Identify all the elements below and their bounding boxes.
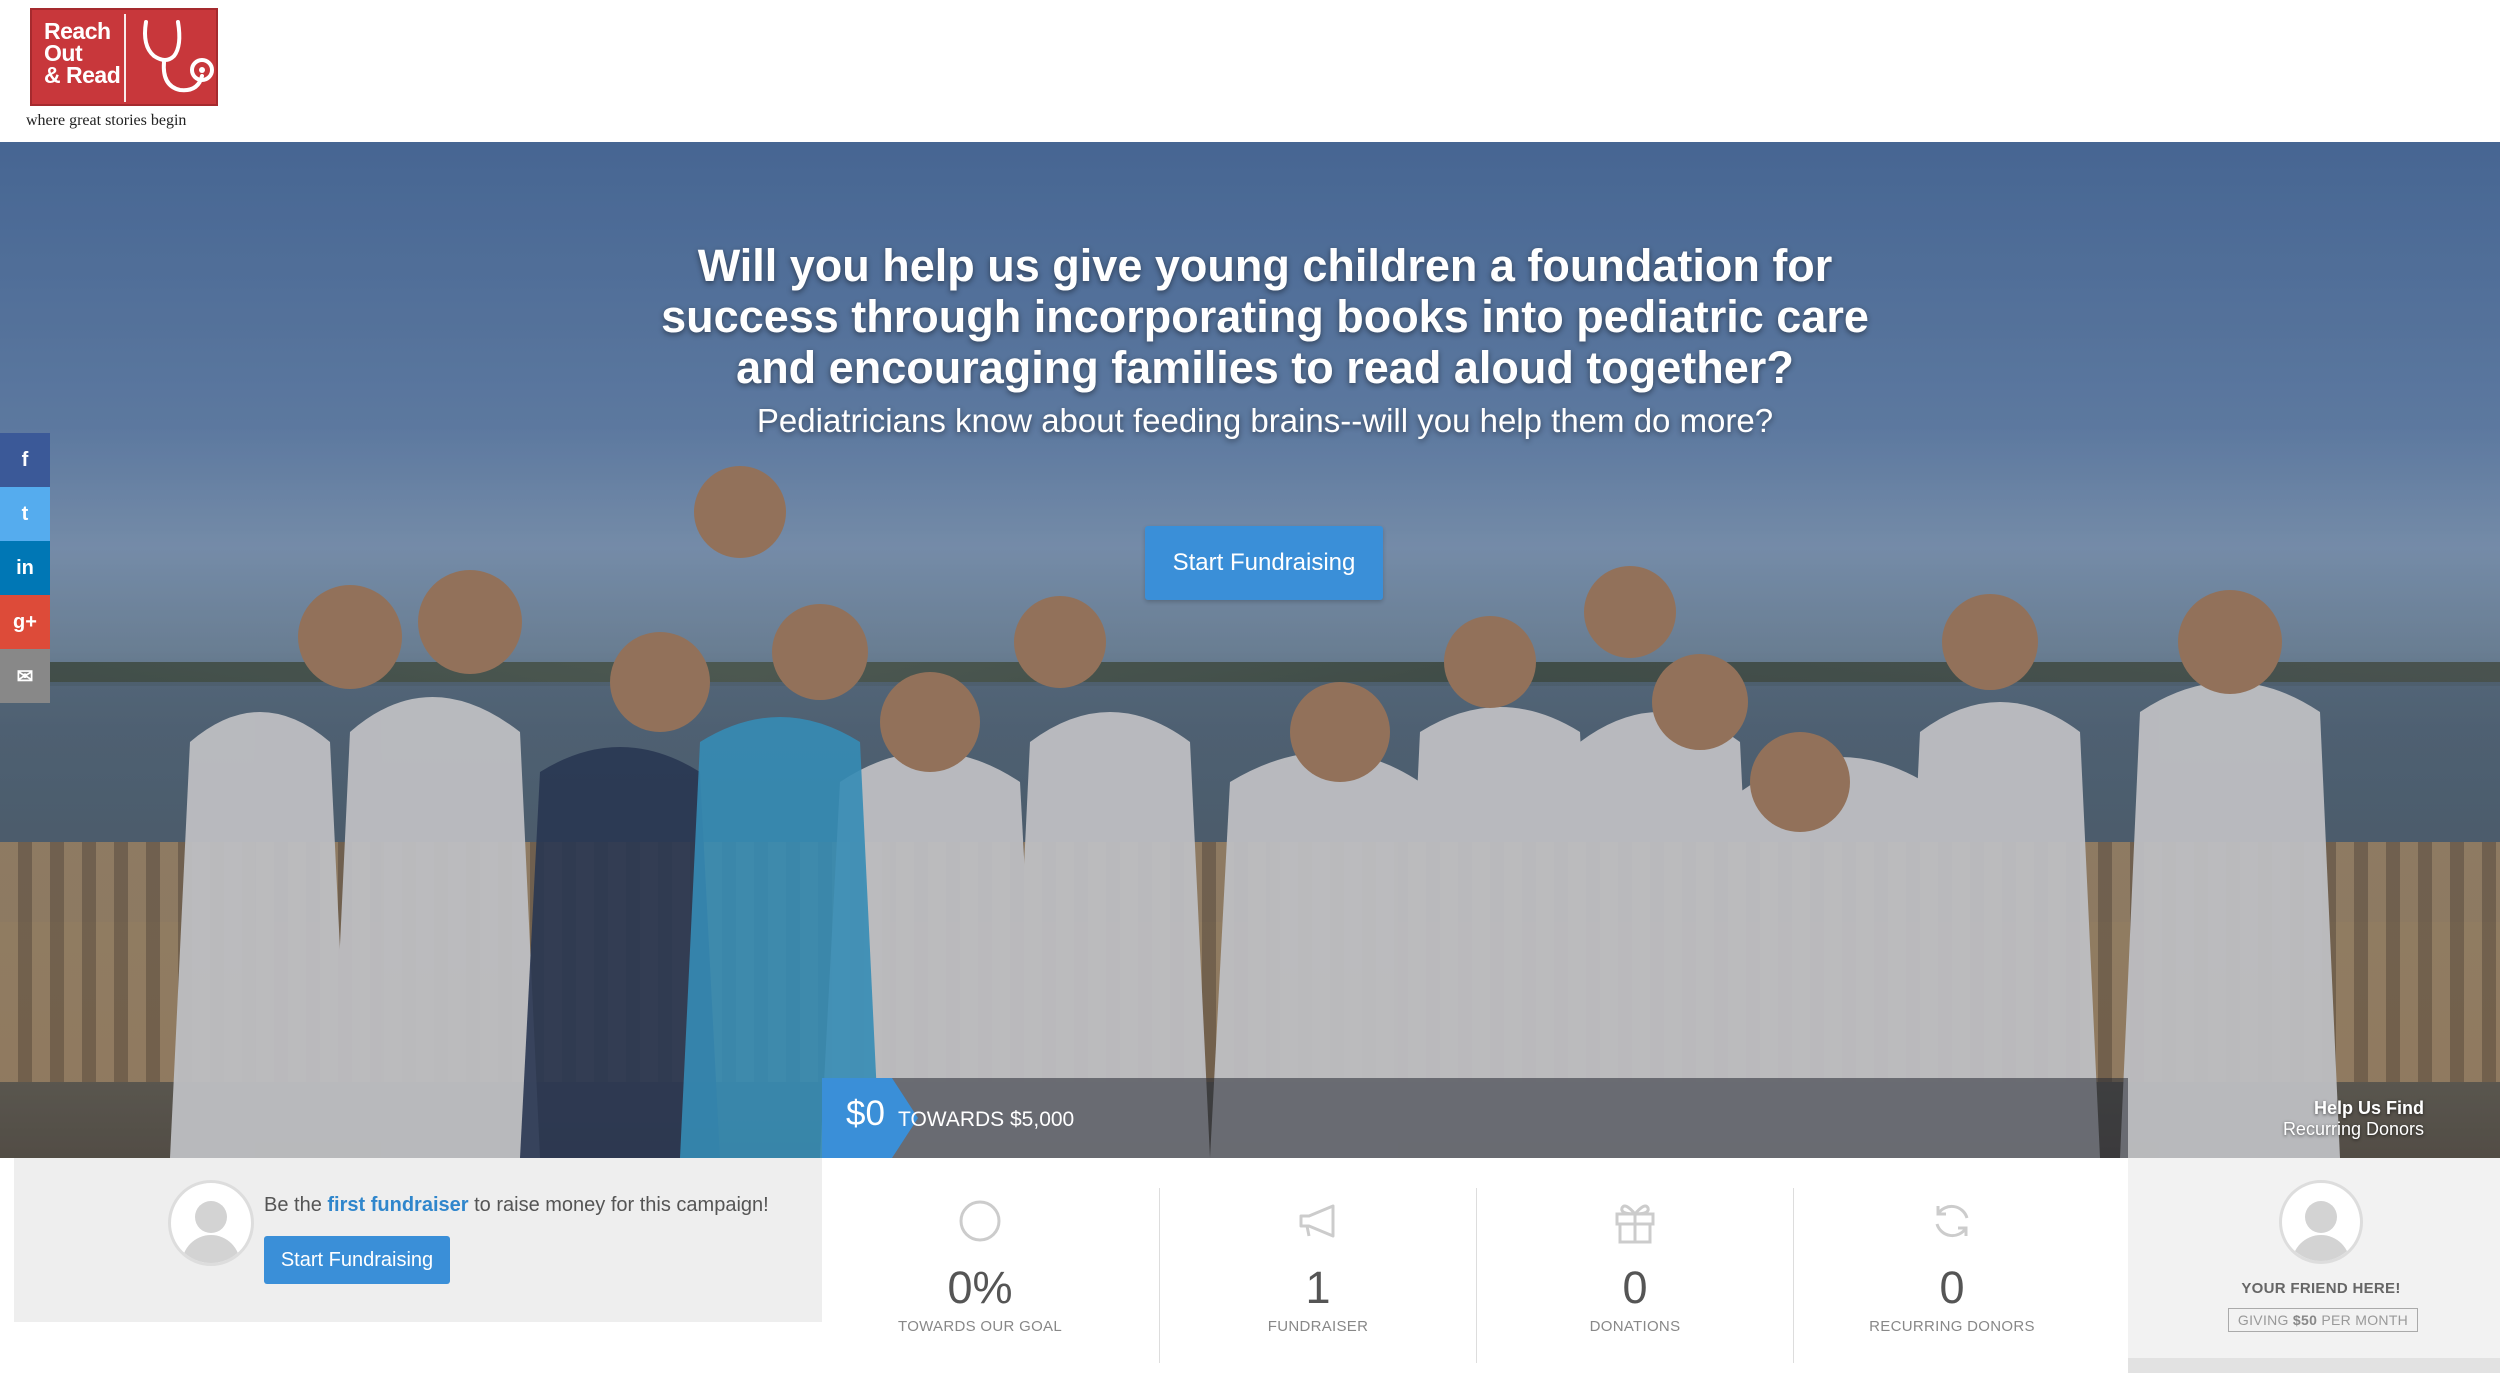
giving-prefix: GIVING bbox=[2237, 1312, 2293, 1328]
first-fundraiser-link[interactable]: first fundraiser bbox=[327, 1194, 468, 1216]
megaphone-icon bbox=[1299, 1204, 1335, 1238]
site-header: Reach Out & Read where great stories beg… bbox=[0, 0, 2500, 142]
refresh-icon bbox=[1935, 1204, 1969, 1238]
stat-fundraisers-value: 1 bbox=[1305, 1262, 1331, 1313]
stat-recurring-label: RECURRING DONORS bbox=[1869, 1318, 2035, 1335]
gift-icon bbox=[1615, 1204, 1655, 1244]
avatar-head bbox=[2305, 1201, 2337, 1233]
logo-text: Reach Out & Read bbox=[44, 18, 121, 88]
social-share-sidebar: f t in g+ ✉ bbox=[0, 433, 50, 703]
logo-divider bbox=[124, 14, 126, 102]
giving-amount: $50 bbox=[2292, 1312, 2318, 1328]
stat-donations-label: DONATIONS bbox=[1589, 1318, 1681, 1335]
google-plus-share-icon[interactable]: g+ bbox=[0, 595, 50, 649]
hero-text-block: Will you help us give young children a f… bbox=[650, 240, 1880, 441]
stat-recurring: 0 RECURRING DONORS bbox=[1794, 1158, 2110, 1373]
circle-icon bbox=[959, 1200, 1001, 1242]
fundraiser-prompt-suffix: to raise money for this campaign! bbox=[468, 1194, 769, 1216]
logo-tagline: where great stories begin bbox=[26, 112, 187, 129]
stat-donations: 0 DONATIONS bbox=[1477, 1158, 1793, 1373]
facebook-share-icon[interactable]: f bbox=[0, 433, 50, 487]
avatar-head bbox=[195, 1201, 227, 1233]
fundraiser-avatar bbox=[168, 1180, 254, 1266]
campaign-stats: 0% TOWARDS OUR GOAL 1 FUNDRAISER 0 DONAT… bbox=[822, 1158, 2128, 1373]
friend-giving-badge[interactable]: GIVING $50 PER MONTH bbox=[2228, 1308, 2418, 1332]
first-fundraiser-panel: Be the first fundraiser to raise money f… bbox=[14, 1158, 822, 1322]
bottom-strip bbox=[2128, 1358, 2500, 1373]
fundraiser-prompt-prefix: Be the bbox=[264, 1194, 328, 1216]
email-share-icon[interactable]: ✉ bbox=[0, 649, 50, 703]
goal-amount: TOWARDS $5,000 bbox=[898, 1108, 1075, 1131]
recurring-donor-panel: YOUR FRIEND HERE! GIVING $50 PER MONTH bbox=[2128, 1158, 2500, 1373]
stat-donations-value: 0 bbox=[1622, 1262, 1648, 1313]
linkedin-share-icon[interactable]: in bbox=[0, 541, 50, 595]
stat-goal-value: 0% bbox=[947, 1262, 1013, 1313]
reach-out-and-read-logo[interactable]: Reach Out & Read where great stories beg… bbox=[26, 8, 230, 132]
amount-raised: $0 bbox=[846, 1094, 885, 1133]
stat-recurring-value: 0 bbox=[1939, 1262, 1965, 1313]
fundraiser-prompt: Be the first fundraiser to raise money f… bbox=[264, 1194, 769, 1217]
stat-fundraisers-label: FUNDRAISER bbox=[1267, 1318, 1369, 1335]
hero-start-fundraising-button[interactable]: Start Fundraising bbox=[1145, 526, 1383, 600]
friend-title: YOUR FRIEND HERE! bbox=[2241, 1280, 2401, 1297]
hero-title: Will you help us give young children a f… bbox=[661, 240, 1869, 393]
giving-suffix: PER MONTH bbox=[2317, 1312, 2409, 1328]
friend-avatar bbox=[2279, 1180, 2363, 1264]
recurring-title: Help Us Find bbox=[2313, 1098, 2424, 1118]
twitter-share-icon[interactable]: t bbox=[0, 487, 50, 541]
stat-goal-label: TOWARDS OUR GOAL bbox=[898, 1318, 1062, 1335]
logo-box: Reach Out & Read bbox=[30, 8, 218, 106]
recurring-subtitle: Recurring Donors bbox=[2282, 1119, 2424, 1139]
help-find-recurring-donors[interactable]: Help Us Find Recurring Donors bbox=[2220, 1098, 2424, 1140]
stethoscope-icon bbox=[143, 20, 214, 93]
stat-goal: 0% TOWARDS OUR GOAL bbox=[822, 1158, 1138, 1373]
hero-subtitle: Pediatricians know about feeding brains-… bbox=[756, 402, 1774, 439]
avatar-body bbox=[2292, 1235, 2350, 1261]
panel-start-fundraising-button[interactable]: Start Fundraising bbox=[264, 1236, 450, 1284]
stat-fundraisers: 1 FUNDRAISER bbox=[1160, 1158, 1476, 1373]
avatar-body bbox=[182, 1235, 240, 1263]
